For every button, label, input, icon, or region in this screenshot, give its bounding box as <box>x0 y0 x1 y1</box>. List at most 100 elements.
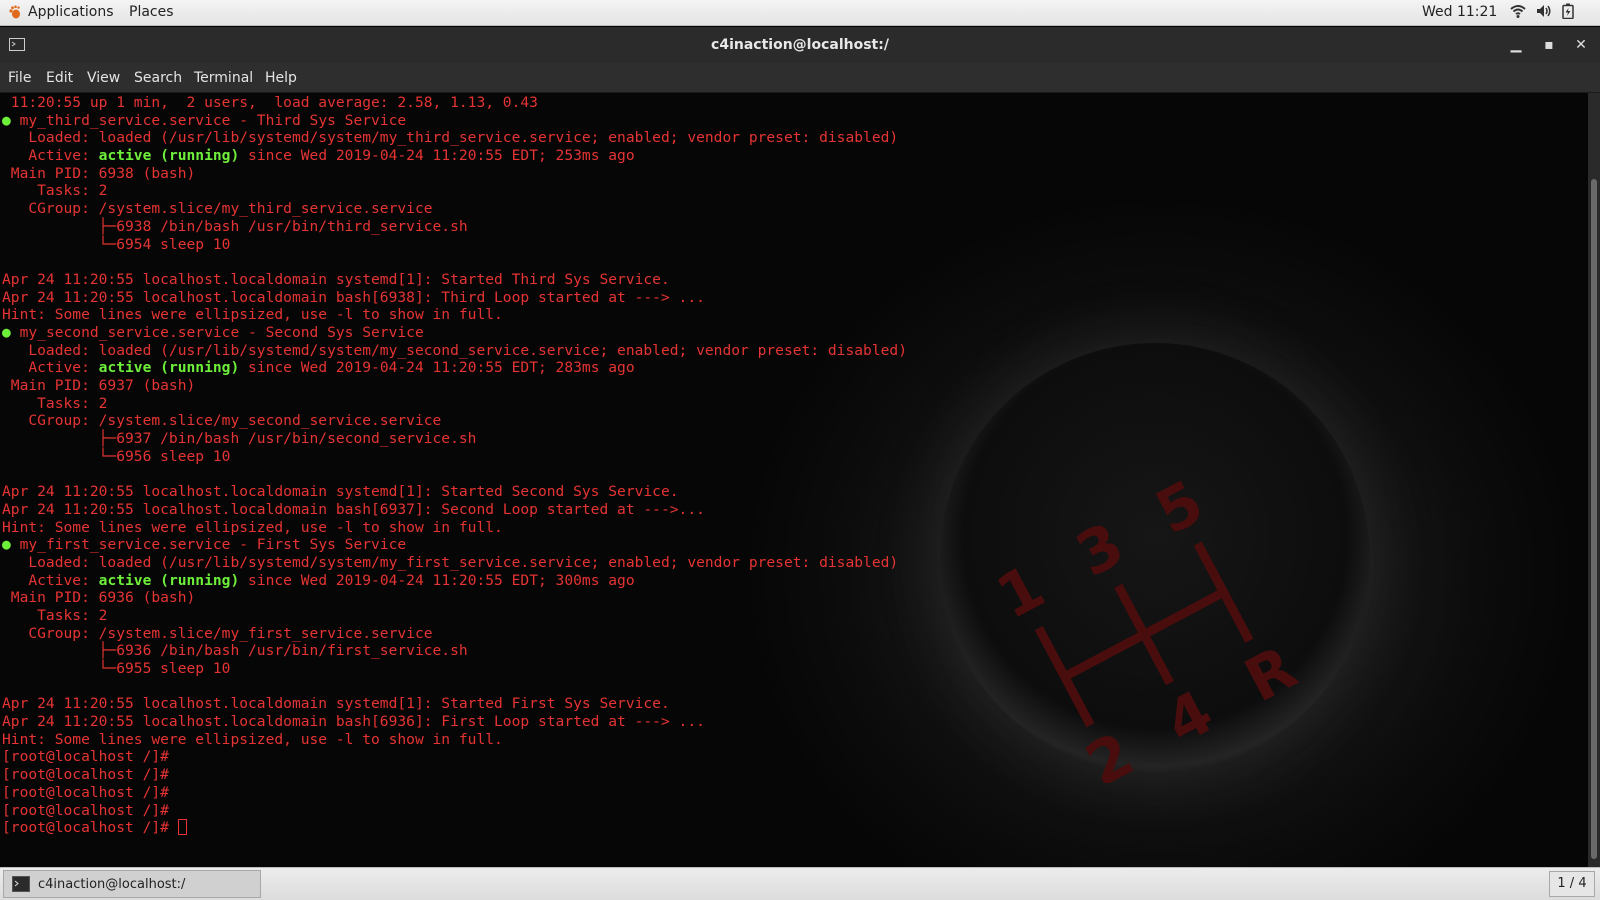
menu-file[interactable]: File <box>8 70 31 86</box>
menu-edit[interactable]: Edit <box>46 70 73 86</box>
terminal-text: Apr 24 11:20:55 localhost.localdomain sy… <box>2 483 679 501</box>
terminal-text: [root@localhost /]# <box>2 783 169 801</box>
terminal-text: Tasks: 2 <box>2 182 108 200</box>
terminal-text: my_first_service.service - First Sys Ser… <box>10 536 407 554</box>
terminal-text: [root@localhost /]# <box>2 766 169 784</box>
terminal-text: Loaded: loaded (/usr/lib/systemd/system/… <box>2 553 899 571</box>
terminal-line: Apr 24 11:20:55 localhost.localdomain sy… <box>2 483 907 501</box>
terminal-text: since Wed 2019-04-24 11:20:55 EDT; 253ms… <box>239 147 635 165</box>
terminal-text: Hint: Some lines were ellipsized, use -l… <box>2 730 503 748</box>
terminal-text: ├─6938 /bin/bash /usr/bin/third_service.… <box>2 217 468 235</box>
clock[interactable]: Wed 11:21 <box>1422 4 1497 20</box>
terminal-text: Hint: Some lines were ellipsized, use -l… <box>2 306 503 324</box>
terminal-line: Tasks: 2 <box>2 395 907 413</box>
terminal-area[interactable]: 1 3 5 2 4 R 11:20:55 up 1 min, 2 users, … <box>0 93 1588 867</box>
terminal-text: Active: <box>2 147 99 165</box>
taskbar-window-button[interactable]: c4inaction@localhost:/ <box>3 870 261 898</box>
terminal-text: Apr 24 11:20:55 localhost.localdomain ba… <box>2 288 705 306</box>
terminal-line: └─6956 sleep 10 <box>2 448 907 466</box>
gear-number-3: 3 <box>1065 509 1135 590</box>
terminal-line: ├─6937 /bin/bash /usr/bin/second_service… <box>2 430 907 448</box>
terminal-text: [root@localhost /]# <box>2 748 169 766</box>
window-title: c4inaction@localhost:/ <box>711 37 889 53</box>
terminal-text: Apr 24 11:20:55 localhost.localdomain ba… <box>2 500 705 518</box>
terminal-text: [root@localhost /]# <box>2 801 169 819</box>
terminal-line: Hint: Some lines were ellipsized, use -l… <box>2 519 907 537</box>
terminal-line: Apr 24 11:20:55 localhost.localdomain ba… <box>2 713 907 731</box>
terminal-text: Main PID: 6938 (bash) <box>2 164 196 182</box>
workspace-switcher[interactable]: 1 / 4 <box>1549 871 1595 897</box>
battery-icon[interactable] <box>1562 3 1574 19</box>
terminal-text: Active: <box>2 571 99 589</box>
terminal-line: ● my_first_service.service - First Sys S… <box>2 536 907 554</box>
terminal-line: Tasks: 2 <box>2 607 907 625</box>
terminal-line: ├─6936 /bin/bash /usr/bin/first_service.… <box>2 642 907 660</box>
terminal-line: Tasks: 2 <box>2 182 907 200</box>
terminal-text: └─6954 sleep 10 <box>2 235 231 253</box>
gnome-foot-icon <box>9 5 20 19</box>
terminal-text: ├─6937 /bin/bash /usr/bin/second_service… <box>2 430 477 448</box>
menu-view[interactable]: View <box>87 70 120 86</box>
minimize-button[interactable]: ▁ <box>1504 33 1528 57</box>
status-dot-icon: ● <box>2 536 11 554</box>
terminal-line: Main PID: 6936 (bash) <box>2 589 907 607</box>
gear-number-1: 1 <box>990 552 1056 633</box>
terminal-text: Hint: Some lines were ellipsized, use -l… <box>2 518 503 536</box>
terminal-line: Apr 24 11:20:55 localhost.localdomain sy… <box>2 271 907 289</box>
wifi-icon[interactable] <box>1510 3 1526 19</box>
terminal-scrollbar[interactable] <box>1588 93 1600 867</box>
terminal-output: 11:20:55 up 1 min, 2 users, load average… <box>2 94 907 837</box>
terminal-icon <box>12 876 30 892</box>
terminal-text: my_second_service.service - Second Sys S… <box>10 323 424 341</box>
terminal-text: [root@localhost /]# <box>2 819 178 837</box>
terminal-line: [root@localhost /]# <box>2 819 907 837</box>
taskbar-window-label: c4inaction@localhost:/ <box>38 876 186 892</box>
bottom-taskbar: c4inaction@localhost:/ 1 / 4 <box>0 867 1600 900</box>
terminal-line: └─6955 sleep 10 <box>2 660 907 678</box>
menu-terminal[interactable]: Terminal <box>194 70 253 86</box>
terminal-line: Apr 24 11:20:55 localhost.localdomain ba… <box>2 289 907 307</box>
scrollbar-thumb[interactable] <box>1591 179 1597 859</box>
terminal-text: Main PID: 6936 (bash) <box>2 589 196 607</box>
applications-label: Applications <box>28 4 114 20</box>
places-menu[interactable]: Places <box>129 4 174 20</box>
terminal-line: Loaded: loaded (/usr/lib/systemd/system/… <box>2 129 907 147</box>
terminal-text: Loaded: loaded (/usr/lib/systemd/system/… <box>2 129 899 147</box>
window-titlebar[interactable]: c4inaction@localhost:/ ▁ ▪ ✕ <box>0 27 1600 63</box>
system-tray[interactable] <box>1510 3 1574 19</box>
status-active-text: active (running) <box>98 571 240 589</box>
terminal-cursor <box>177 819 187 836</box>
terminal-line: Apr 24 11:20:55 localhost.localdomain ba… <box>2 501 907 519</box>
status-active-text: active (running) <box>98 147 240 165</box>
menu-help[interactable]: Help <box>265 70 297 86</box>
terminal-text: └─6955 sleep 10 <box>2 660 231 677</box>
terminal-text: Loaded: loaded (/usr/lib/systemd/system/… <box>2 341 907 359</box>
volume-icon[interactable] <box>1536 3 1552 19</box>
terminal-line: └─6954 sleep 10 <box>2 236 907 254</box>
terminal-line: Active: active (running) since Wed 2019-… <box>2 359 907 377</box>
terminal-line: [root@localhost /]# <box>2 784 907 802</box>
maximize-button[interactable]: ▪ <box>1537 33 1561 57</box>
gear-number-5: 5 <box>1145 467 1215 548</box>
terminal-line: Main PID: 6938 (bash) <box>2 165 907 183</box>
terminal-line: Hint: Some lines were ellipsized, use -l… <box>2 306 907 324</box>
applications-menu[interactable]: Applications <box>8 4 114 20</box>
terminal-line: ├─6938 /bin/bash /usr/bin/third_service.… <box>2 218 907 236</box>
terminal-line: Loaded: loaded (/usr/lib/systemd/system/… <box>2 554 907 572</box>
terminal-line: Hint: Some lines were ellipsized, use -l… <box>2 731 907 749</box>
status-dot-icon: ● <box>2 323 11 341</box>
close-button[interactable]: ✕ <box>1569 33 1593 57</box>
terminal-text: CGroup: /system.slice/my_first_service.s… <box>2 624 433 642</box>
terminal-text: Apr 24 11:20:55 localhost.localdomain sy… <box>2 270 670 288</box>
menu-bar: File Edit View Search Terminal Help <box>0 63 1600 93</box>
status-active-text: active (running) <box>98 359 240 377</box>
menu-search[interactable]: Search <box>134 70 182 86</box>
terminal-line: 11:20:55 up 1 min, 2 users, load average… <box>2 94 907 112</box>
terminal-text: CGroup: /system.slice/my_third_service.s… <box>2 200 433 218</box>
terminal-line: CGroup: /system.slice/my_first_service.s… <box>2 625 907 643</box>
terminal-line: Main PID: 6937 (bash) <box>2 377 907 395</box>
terminal-text: Apr 24 11:20:55 localhost.localdomain sy… <box>2 695 670 713</box>
wallpaper-gear-pattern: 1 3 5 2 4 R <box>990 467 1308 783</box>
